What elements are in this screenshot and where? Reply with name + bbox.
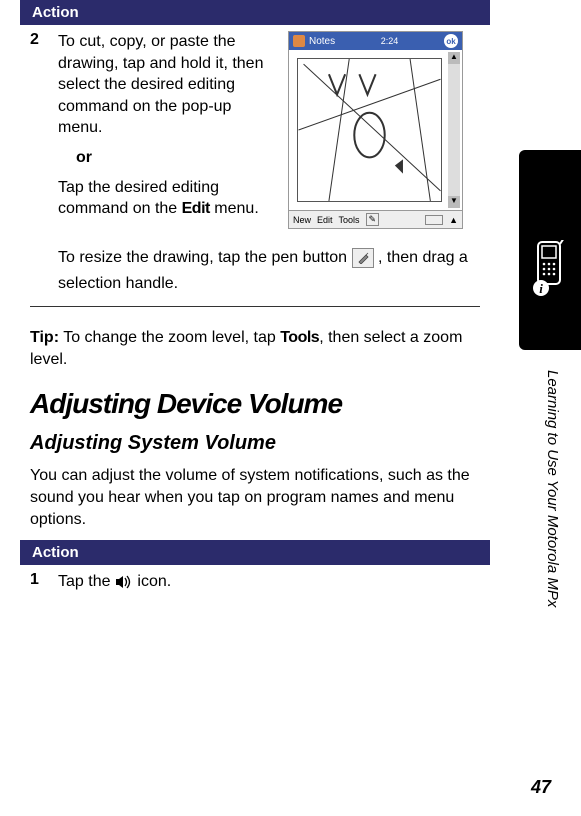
system-volume-paragraph: You can adjust the volume of system noti… — [20, 461, 490, 540]
step-2-row: 2 To cut, copy, or paste the drawing, ta… — [20, 25, 490, 235]
action-header-1: Action — [20, 0, 490, 25]
pda-menu-new: New — [293, 215, 311, 225]
step-1-volume-row: 1 Tap the icon. — [20, 565, 490, 599]
edit-menu-word: Edit — [182, 200, 210, 217]
pen-tool-icon: ✎ — [366, 213, 380, 226]
pda-time: 2:24 — [381, 36, 399, 46]
chapter-side-text: Learning to Use Your Motorola MPx — [544, 370, 561, 607]
pda-scrollbar: ▲ ▼ — [448, 52, 460, 208]
step-2-resize: To resize the drawing, tap the pen butto… — [20, 235, 490, 296]
chapter-tab: i — [519, 150, 581, 350]
page-number: 47 — [531, 777, 551, 798]
resize-text-a: To resize the drawing, tap the pen butto… — [58, 249, 352, 266]
tip-text-a: To change the zoom level, tap — [59, 329, 280, 346]
pen-button-icon — [352, 248, 374, 268]
pda-menu-tools: Tools — [339, 215, 360, 225]
pda-menu-edit: Edit — [317, 215, 333, 225]
step-2-para2b: menu. — [210, 200, 259, 217]
step-2-para1: To cut, copy, or paste the drawing, tap … — [58, 31, 278, 139]
step-1v-text-b: icon. — [137, 573, 171, 590]
phone-info-icon: i — [530, 240, 570, 300]
ok-button-icon: ok — [444, 34, 458, 48]
svg-text:i: i — [539, 281, 543, 296]
start-icon — [293, 35, 305, 47]
keyboard-icon — [425, 215, 443, 225]
step-1v-number: 1 — [30, 571, 48, 589]
heading-adjusting-volume: Adjusting Device Volume — [20, 370, 490, 426]
step-2-or: or — [76, 147, 278, 169]
page-content: Action 2 To cut, copy, or paste the draw… — [0, 0, 490, 599]
up-caret-icon: ▲ — [449, 215, 458, 225]
step-1v-text-a: Tap the — [58, 573, 115, 590]
pda-screenshot: Notes 2:24 ok — [288, 31, 463, 229]
pda-menubar: New Edit Tools ✎ ▲ — [289, 210, 462, 228]
tip-label: Tip: — [30, 329, 59, 346]
speaker-icon — [115, 575, 133, 589]
step-1v-body: Tap the icon. — [58, 571, 171, 593]
drawing-icon — [298, 59, 441, 201]
scroll-down-icon: ▼ — [448, 196, 460, 208]
step-2-body: To cut, copy, or paste the drawing, tap … — [58, 31, 480, 229]
pda-app-title: Notes — [309, 36, 335, 47]
action-header-2: Action — [20, 540, 490, 565]
pda-titlebar: Notes 2:24 ok — [289, 32, 462, 50]
step-2-para2: Tap the desired editing command on the E… — [58, 177, 278, 220]
tip-paragraph: Tip: To change the zoom level, tap Tools… — [20, 317, 490, 370]
tools-menu-word: Tools — [280, 329, 319, 346]
pda-canvas: ▲ ▼ — [289, 50, 462, 210]
step-2-number: 2 — [30, 31, 48, 49]
scroll-up-icon: ▲ — [448, 52, 460, 64]
subheading-system-volume: Adjusting System Volume — [20, 426, 490, 461]
divider-1 — [30, 306, 480, 307]
